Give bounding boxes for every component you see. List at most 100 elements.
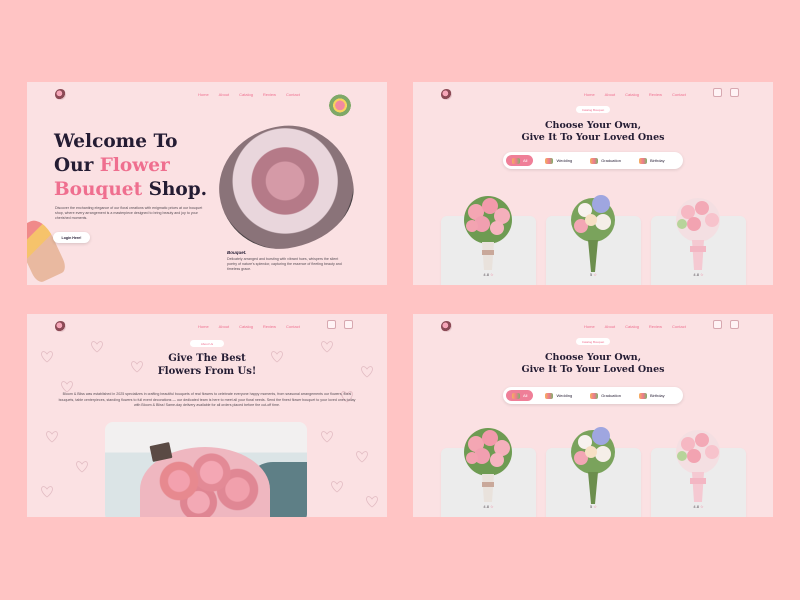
nav-about[interactable]: About [219, 324, 229, 329]
rose-bouquet-icon [464, 428, 512, 502]
bouquet-icon [512, 157, 520, 164]
hero-caption-title: Bouquet. [227, 250, 247, 255]
bouquet-icon [512, 392, 520, 399]
nav-contact[interactable]: Contact [286, 324, 300, 329]
filter-birthday[interactable]: Birthday [633, 155, 671, 166]
nav-contact[interactable]: Contact [672, 92, 686, 97]
rating: 4.8 ☆ [693, 504, 704, 509]
section-tag: Catalog Bouquet [576, 338, 610, 345]
cart-icon[interactable] [327, 320, 336, 329]
filter-all[interactable]: All [506, 390, 534, 401]
category-filter: All Wedding Graduation Birthday [503, 387, 683, 404]
bouquet-icon [638, 392, 647, 399]
rating: 4.8 ☆ [483, 504, 494, 509]
bouquet-icon [545, 157, 554, 164]
nav-actions [713, 88, 739, 97]
hero-bouquet-image [211, 117, 361, 257]
login-button[interactable]: Login Here! [53, 232, 90, 243]
nav-review[interactable]: Review [263, 324, 276, 329]
catalog-screen: Home About Catalog Review Contact Catalo… [413, 314, 773, 517]
nav-review[interactable]: Review [263, 92, 276, 97]
logo[interactable] [441, 321, 452, 332]
filter-all[interactable]: All [506, 155, 534, 166]
cart-icon[interactable] [713, 320, 722, 329]
main-nav: Home About Catalog Review Contact [584, 324, 686, 329]
filter-graduation[interactable]: Graduation [584, 155, 627, 166]
nav-actions [327, 320, 353, 329]
pink-rose-bouquet-icon [676, 430, 720, 502]
product-card[interactable]: 4.8 ☆ [441, 428, 536, 517]
filter-graduation[interactable]: Graduation [584, 390, 627, 401]
logo[interactable] [55, 89, 66, 100]
product-card[interactable]: 5 ☆ [546, 195, 641, 285]
product-card[interactable]: 4.8 ☆ [651, 198, 746, 285]
catalog-title: Choose Your Own, Give It To Your Loved O… [521, 352, 665, 375]
rating: 5 ☆ [590, 272, 597, 277]
about-title: Give The Best Flowers From Us! [157, 353, 257, 377]
pink-rose-bouquet-icon [676, 198, 720, 270]
bouquet-icon [638, 157, 647, 164]
nav-catalog[interactable]: Catalog [239, 324, 253, 329]
hero-screen: Home About Catalog Review Contact Welcom… [27, 82, 387, 285]
product-card[interactable]: 4.8 ☆ [651, 430, 746, 517]
main-nav: Home About Catalog Review Contact [198, 92, 300, 97]
star-icon: ☆ [593, 272, 597, 277]
nav-home[interactable]: Home [584, 92, 595, 97]
nav-about[interactable]: About [219, 92, 229, 97]
nav-home[interactable]: Home [198, 92, 209, 97]
main-nav: Home About Catalog Review Contact [198, 324, 300, 329]
bouquet-icon [590, 392, 599, 399]
star-icon: ☆ [490, 272, 494, 277]
nav-review[interactable]: Review [649, 324, 662, 329]
main-nav: Home About Catalog Review Contact [584, 92, 686, 97]
nav-about[interactable]: About [605, 92, 615, 97]
product-card[interactable]: 4.8 ☆ [441, 196, 536, 285]
star-icon: ☆ [700, 272, 704, 277]
bouquet-icon [545, 392, 554, 399]
bouquet-icon [590, 157, 599, 164]
product-cards: 4.8 ☆ 5 ☆ 4.8 ☆ [441, 427, 746, 517]
bouquet-decoration-icon [27, 215, 69, 285]
nav-review[interactable]: Review [649, 92, 662, 97]
nav-home[interactable]: Home [198, 324, 209, 329]
nav-home[interactable]: Home [584, 324, 595, 329]
about-photo [105, 422, 307, 517]
star-icon: ☆ [593, 504, 597, 509]
lily-bouquet-icon [571, 195, 615, 272]
product-card[interactable]: 5 ☆ [546, 427, 641, 517]
nav-catalog[interactable]: Catalog [239, 92, 253, 97]
section-tag: About Us [190, 340, 224, 347]
section-tag: Catalog Bouquet [576, 106, 610, 113]
filter-wedding[interactable]: Wedding [539, 390, 578, 401]
rating: 4.8 ☆ [693, 272, 704, 277]
lily-bouquet-icon [571, 427, 615, 504]
nav-contact[interactable]: Contact [672, 324, 686, 329]
logo[interactable] [55, 321, 66, 332]
star-icon: ☆ [490, 504, 494, 509]
product-cards: 4.8 ☆ 5 ☆ 4.8 ☆ [441, 195, 746, 285]
nav-catalog[interactable]: Catalog [625, 324, 639, 329]
user-icon[interactable] [730, 88, 739, 97]
nav-about[interactable]: About [605, 324, 615, 329]
filter-birthday[interactable]: Birthday [633, 390, 671, 401]
user-icon[interactable] [730, 320, 739, 329]
hero-caption: Delicately arranged and bursting with vi… [227, 257, 342, 271]
hero-description: Discover the enchanting elegance of our … [55, 206, 203, 220]
catalog-screen: Home About Catalog Review Contact Catalo… [413, 82, 773, 285]
catalog-title: Choose Your Own, Give It To Your Loved O… [521, 120, 665, 143]
star-icon: ☆ [700, 504, 704, 509]
category-filter: All Wedding Graduation Birthday [503, 152, 683, 169]
rose-bouquet-icon [464, 196, 512, 270]
nav-catalog[interactable]: Catalog [625, 92, 639, 97]
logo[interactable] [441, 89, 452, 100]
hero-title: Welcome To Our Flower Bouquet Shop. [54, 131, 208, 200]
nav-actions [713, 320, 739, 329]
about-description: Bloom & Bliss was established in 2025 sp… [58, 392, 356, 407]
filter-wedding[interactable]: Wedding [539, 155, 578, 166]
rating: 4.8 ☆ [483, 272, 494, 277]
rating: 5 ☆ [590, 504, 597, 509]
flower-decoration-icon [325, 90, 355, 118]
cart-icon[interactable] [713, 88, 722, 97]
nav-contact[interactable]: Contact [286, 92, 300, 97]
user-icon[interactable] [344, 320, 353, 329]
